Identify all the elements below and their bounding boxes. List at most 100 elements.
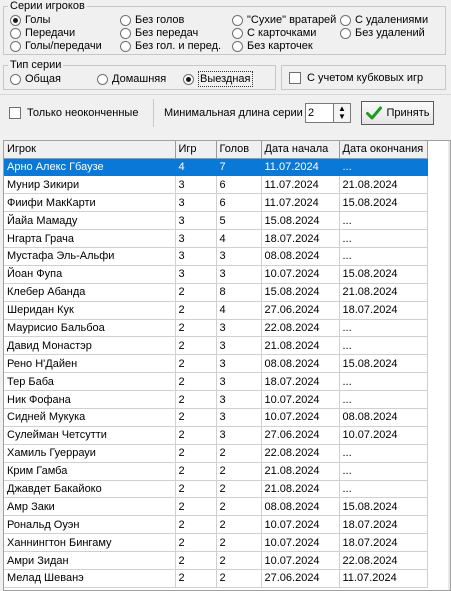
table-row[interactable]: Сулейман Четсутти 2 3 27.06.2024 10.07.2024 [4,426,428,445]
table-row[interactable]: Ханнингтон Бингаму 2 2 10.07.2024 18.07.2024 [4,533,428,553]
series-table[interactable]: Игрок Игр Голов Дата начала Дата окончан… [3,140,451,591]
radio-indicator[interactable] [97,73,108,85]
start-date-cell: 21.08.2024 [261,480,340,499]
start-date-cell: 10.07.2024 [261,265,340,284]
goals-cell: 5 [216,211,262,231]
radio-no-red-cards[interactable]: Без удалений [340,26,425,40]
radio-type-home[interactable]: Домашняя [97,72,166,86]
radio-no-cards[interactable]: Без карточек [232,39,313,53]
radio-indicator[interactable] [340,27,351,39]
radio-indicator[interactable] [183,73,194,85]
end-date-cell: ... [339,444,428,463]
player-cell: Фиифи МакКарти [4,193,176,213]
player-cell: Амр Заки [4,497,176,517]
table-row[interactable]: Мелад Шеванэ 2 2 27.06.2024 11.07.2024 [4,569,428,588]
column-header-goals[interactable]: Голов [216,141,262,159]
goals-cell: 3 [216,390,262,409]
table-row[interactable]: Хамиль Гуеррауи 2 2 22.08.2024... [4,444,428,463]
table-row[interactable]: Амр Заки 2 2 08.08.2024 15.08.2024 [4,497,428,517]
radio-indicator[interactable] [340,14,351,26]
accept-button[interactable]: Принять [361,101,434,125]
end-date-cell: ... [339,462,428,481]
radio-indicator[interactable] [120,40,131,52]
table-row[interactable]: Амри Зидан 2 2 10.07.2024 22.08.2024 [4,551,428,570]
radio-clean-sheets[interactable]: "Сухие" вратарей [232,13,336,27]
end-date-cell: ... [339,372,428,392]
unfinished-only-checkbox[interactable]: Только неоконченные [9,106,138,120]
radio-indicator[interactable] [10,73,21,85]
radio-indicator[interactable] [120,14,131,26]
end-date-cell: 11.07.2024 [339,569,428,588]
radio-indicator[interactable] [232,40,243,52]
radio-indicator[interactable] [10,27,21,39]
type-group-legend: Тип серии [10,59,62,71]
start-date-cell: 15.08.2024 [261,283,340,302]
radio-type-overall[interactable]: Общая [10,72,61,86]
column-header-end-date[interactable]: Дата окончания [339,141,428,159]
end-date-cell: 15.08.2024 [339,265,428,284]
checkbox-box[interactable] [289,72,301,84]
end-date-cell: 21.08.2024 [339,175,428,195]
table-row[interactable]: Йоан Фупа 3 3 10.07.2024 15.08.2024 [4,265,428,284]
games-cell: 3 [175,265,217,284]
start-date-cell: 27.06.2024 [261,301,340,320]
table-row[interactable]: Фиифи МакКарти 3 6 11.07.2024 15.08.2024 [4,193,428,213]
table-row[interactable]: Джавдет Бакайоко 2 2 21.08.2024... [4,480,428,499]
table-row[interactable]: Арно Алекс Гбаузе 4 7 11.07.2024... [4,158,428,177]
end-date-cell: 15.08.2024 [339,193,428,213]
spin-down-icon[interactable]: ▼ [338,113,346,121]
grid-edge [448,141,450,590]
games-cell: 2 [175,336,217,356]
column-header-start-date[interactable]: Дата начала [261,141,340,159]
table-header-row: Игрок Игр Голов Дата начала Дата окончан… [4,141,428,159]
table-row[interactable]: Йайа Мамаду 3 5 15.08.2024... [4,211,428,231]
games-cell: 2 [175,480,217,499]
radio-indicator[interactable] [10,14,21,26]
table-row[interactable]: Клебер Абанда 2 8 15.08.2024 21.08.2024 [4,283,428,302]
radio-with-red-cards[interactable]: С удалениями [340,13,428,27]
table-row[interactable]: Маурисио Бальбоа 2 3 22.08.2024... [4,319,428,338]
player-cell: Ханнингтон Бингаму [4,533,176,553]
radio-no-goals-assists[interactable]: Без гол. и перед. [120,39,221,53]
games-cell: 3 [175,211,217,231]
games-cell: 2 [175,390,217,409]
radio-indicator[interactable] [232,27,243,39]
radio-goals-assists[interactable]: Голы/передачи [10,39,102,53]
games-cell: 2 [175,551,217,570]
table-row[interactable]: Рональд Оуэн 2 2 10.07.2024 18.07.2024 [4,515,428,535]
cup-games-checkbox[interactable]: С учетом кубковых игр [289,71,423,85]
radio-no-assists[interactable]: Без передач [120,26,198,40]
table-row[interactable]: Нгарта Грача 3 4 18.07.2024... [4,229,428,248]
checkbox-box[interactable] [9,107,21,119]
table-row[interactable]: Сидней Мукука 2 3 10.07.2024 08.08.2024 [4,408,428,427]
end-date-cell: 18.07.2024 [339,301,428,320]
column-header-games[interactable]: Игр [175,141,217,159]
min-length-spinner[interactable]: 2 ▲ ▼ [305,103,351,123]
goals-cell: 4 [216,229,262,248]
games-cell: 3 [175,175,217,195]
radio-goals[interactable]: Голы [10,13,50,27]
spin-buttons[interactable]: ▲ ▼ [333,104,350,122]
table-row[interactable]: Мустафа Эль-Альфи 3 3 08.08.2024... [4,247,428,266]
table-row[interactable]: Рено Н'Дайен 2 3 08.08.2024 15.08.2024 [4,354,428,374]
radio-indicator[interactable] [10,40,21,52]
table-row[interactable]: Крим Гамба 2 2 21.08.2024... [4,462,428,481]
table-row[interactable]: Шеридан Кук 2 4 27.06.2024 18.07.2024 [4,301,428,320]
min-length-value[interactable]: 2 [306,104,333,122]
start-date-cell: 10.07.2024 [261,515,340,535]
radio-type-away[interactable]: Выездная [183,71,253,87]
player-cell: Сулейман Четсутти [4,426,176,445]
radio-indicator[interactable] [232,14,243,26]
radio-no-goals[interactable]: Без голов [120,13,184,27]
end-date-cell: 10.07.2024 [339,426,428,445]
radio-indicator[interactable] [120,27,131,39]
start-date-cell: 10.07.2024 [261,390,340,409]
table-row[interactable]: Тер Баба 2 3 18.07.2024... [4,372,428,392]
goals-cell: 2 [216,444,262,463]
table-row[interactable]: Ник Фофана 2 3 10.07.2024... [4,390,428,409]
table-row[interactable]: Мунир Зикири 3 6 11.07.2024 21.08.2024 [4,175,428,195]
radio-assists[interactable]: Передачи [10,26,75,40]
radio-with-cards[interactable]: С карточками [232,26,316,40]
column-header-player[interactable]: Игрок [4,141,176,159]
table-row[interactable]: Давид Монастэр 2 3 21.08.2024... [4,336,428,356]
